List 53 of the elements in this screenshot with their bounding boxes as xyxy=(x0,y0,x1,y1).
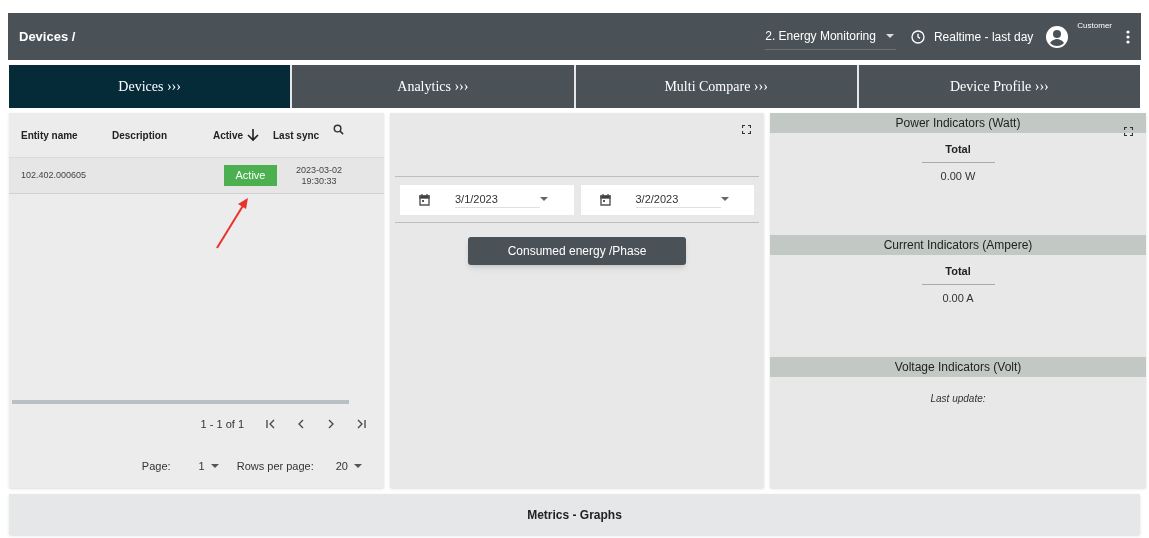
caret-icon xyxy=(540,197,548,202)
table-row[interactable]: 102.402.000605 Active 2023-03-02 19:30:33 xyxy=(9,158,384,194)
calendar-icon xyxy=(419,193,430,206)
nav-tab[interactable]: Devices ››› xyxy=(9,65,291,108)
more-icon[interactable] xyxy=(1126,29,1130,44)
calendar-icon xyxy=(599,193,611,206)
indicator-value: 0.00 W xyxy=(940,168,976,184)
consumed-energy-button[interactable]: Consumed energy /Phase xyxy=(468,237,686,265)
account-icon[interactable] xyxy=(1045,24,1070,49)
date-field[interactable]: 3/1/2023 xyxy=(400,184,574,215)
user-role: Customer xyxy=(1077,20,1112,32)
fullscreen-icon[interactable] xyxy=(742,125,751,134)
page-title: Devices / xyxy=(19,27,76,46)
nav-tab[interactable]: Analytics ››› xyxy=(292,65,574,108)
caret-icon xyxy=(720,197,729,202)
nav-tab[interactable]: Multi Compare ››› xyxy=(575,65,857,108)
clock-icon[interactable] xyxy=(909,28,926,45)
rows-per-page-select[interactable]: 20 xyxy=(335,457,362,475)
column-header[interactable]: Entity name xyxy=(21,127,112,143)
last-sync-cell-text: 2023-03-02 19:30:33 xyxy=(294,164,343,187)
nav-tab[interactable]: Device Profile ››› xyxy=(858,65,1140,108)
total-label: Total xyxy=(921,263,995,285)
dashboard-select[interactable]: 2. Energy Monitoring xyxy=(765,23,896,50)
caret-icon xyxy=(354,463,362,469)
last-page-icon[interactable] xyxy=(356,419,366,429)
column-header[interactable]: Last sync xyxy=(273,127,333,143)
first-page-icon[interactable] xyxy=(266,419,276,429)
metrics-graphs-bar[interactable]: Metrics - Graphs xyxy=(9,494,1140,535)
scrollbar[interactable] xyxy=(12,400,349,404)
arrow-annotation xyxy=(214,196,250,250)
page-label: Page: xyxy=(141,458,171,474)
sort-arrow-icon[interactable] xyxy=(247,128,259,142)
section-header: Voltage Indicators (Volt) xyxy=(770,357,1146,377)
next-page-icon[interactable] xyxy=(326,419,336,429)
search-icon[interactable] xyxy=(333,123,344,135)
section-header: Current Indicators (Ampere) xyxy=(770,235,1146,255)
column-header[interactable]: Active xyxy=(213,127,247,143)
total-label: Total xyxy=(921,141,995,163)
rows-per-page-label: Rows per page: xyxy=(236,458,314,474)
indicator-value: 0.00 A xyxy=(942,290,974,306)
section-header: Power Indicators (Watt) xyxy=(770,113,1146,133)
previous-page-icon[interactable] xyxy=(296,419,306,429)
last-update-label: Last update: xyxy=(930,392,986,406)
page-select[interactable]: 1 xyxy=(198,457,219,475)
entity-name-cell-text: 102.402.000605 xyxy=(21,168,88,182)
status-badge: Active xyxy=(224,165,277,186)
caret-icon xyxy=(885,33,894,39)
date-field[interactable]: 3/2/2023 xyxy=(580,184,754,215)
fullscreen-icon[interactable] xyxy=(1124,127,1133,136)
time-window[interactable]: Realtime - last day xyxy=(933,27,1034,46)
column-header[interactable]: Description xyxy=(112,127,213,143)
caret-icon xyxy=(210,463,219,469)
range-label: 1 - 1 of 1 xyxy=(200,416,244,432)
